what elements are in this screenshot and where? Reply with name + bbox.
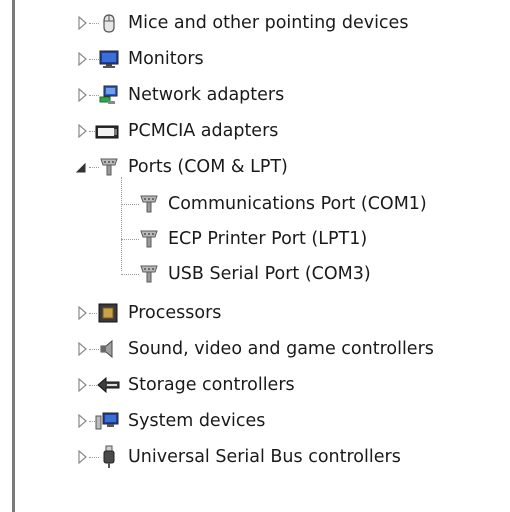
tree-item-communications-port[interactable]: Communications Port (COM1)	[0, 189, 510, 219]
tree-guide-line	[121, 274, 139, 275]
storage-icon	[97, 376, 120, 394]
tree-item-mice[interactable]: Mice and other pointing devices	[0, 8, 510, 38]
expand-arrow-icon[interactable]	[77, 16, 89, 30]
tree-guide-line	[89, 59, 99, 60]
port-icon	[140, 195, 158, 213]
port-icon	[100, 158, 118, 176]
tree-guide-line	[89, 167, 99, 168]
port-icon	[140, 230, 158, 248]
monitor-icon	[99, 50, 119, 68]
tree-guide-line	[121, 204, 139, 205]
tree-guide-line	[89, 457, 99, 458]
tree-item-label: ECP Printer Port (LPT1)	[168, 229, 368, 249]
expand-arrow-icon[interactable]	[77, 52, 89, 66]
system-devices-icon	[95, 412, 119, 430]
port-icon	[140, 265, 158, 283]
tree-item-network-adapters[interactable]: Network adapters	[0, 80, 510, 110]
expand-arrow-icon[interactable]	[77, 378, 89, 392]
usb-icon	[103, 445, 115, 468]
tree-item-label: Storage controllers	[128, 375, 295, 395]
device-tree: Mice and other pointing devices Monitors…	[0, 0, 510, 512]
pcmcia-icon	[95, 125, 119, 139]
tree-item-pcmcia-adapters[interactable]: PCMCIA adapters	[0, 116, 510, 146]
tree-item-label: Sound, video and game controllers	[128, 339, 434, 359]
tree-item-sound-video-game[interactable]: Sound, video and game controllers	[0, 334, 510, 364]
tree-item-label: PCMCIA adapters	[128, 121, 279, 141]
expand-arrow-icon[interactable]	[77, 124, 89, 138]
tree-item-usb-serial-port[interactable]: USB Serial Port (COM3)	[0, 259, 510, 289]
tree-item-label: USB Serial Port (COM3)	[168, 264, 371, 284]
tree-item-monitors[interactable]: Monitors	[0, 44, 510, 74]
tree-item-system-devices[interactable]: System devices	[0, 406, 510, 436]
mouse-icon	[103, 14, 115, 33]
tree-item-usb-controllers[interactable]: Universal Serial Bus controllers	[0, 442, 510, 472]
processor-icon	[98, 303, 118, 323]
expand-arrow-icon[interactable]	[77, 450, 89, 464]
tree-guide-line	[89, 95, 99, 96]
tree-item-label: Monitors	[128, 49, 204, 69]
tree-item-label: Communications Port (COM1)	[168, 194, 427, 214]
expand-arrow-icon[interactable]	[77, 306, 89, 320]
tree-item-label: System devices	[128, 411, 266, 431]
expand-arrow-icon[interactable]	[77, 342, 89, 356]
tree-guide-line	[89, 313, 97, 314]
tree-item-processors[interactable]: Processors	[0, 298, 510, 328]
tree-item-label: Processors	[128, 303, 222, 323]
tree-guide-line	[121, 239, 139, 240]
network-adapter-icon	[99, 85, 118, 104]
tree-item-ports[interactable]: Ports (COM & LPT)	[0, 152, 510, 182]
collapse-arrow-icon[interactable]	[75, 160, 87, 174]
tree-item-label: Network adapters	[128, 85, 285, 105]
expand-arrow-icon[interactable]	[77, 88, 89, 102]
tree-item-storage-controllers[interactable]: Storage controllers	[0, 370, 510, 400]
tree-guide-line	[89, 23, 99, 24]
tree-item-label: Ports (COM & LPT)	[128, 157, 288, 177]
tree-item-label: Universal Serial Bus controllers	[128, 447, 401, 467]
tree-item-label: Mice and other pointing devices	[128, 13, 409, 33]
tree-guide-line	[89, 385, 97, 386]
tree-guide-line	[89, 349, 99, 350]
expand-arrow-icon[interactable]	[77, 414, 89, 428]
speaker-icon	[100, 339, 113, 359]
tree-item-ecp-printer-port[interactable]: ECP Printer Port (LPT1)	[0, 224, 510, 254]
